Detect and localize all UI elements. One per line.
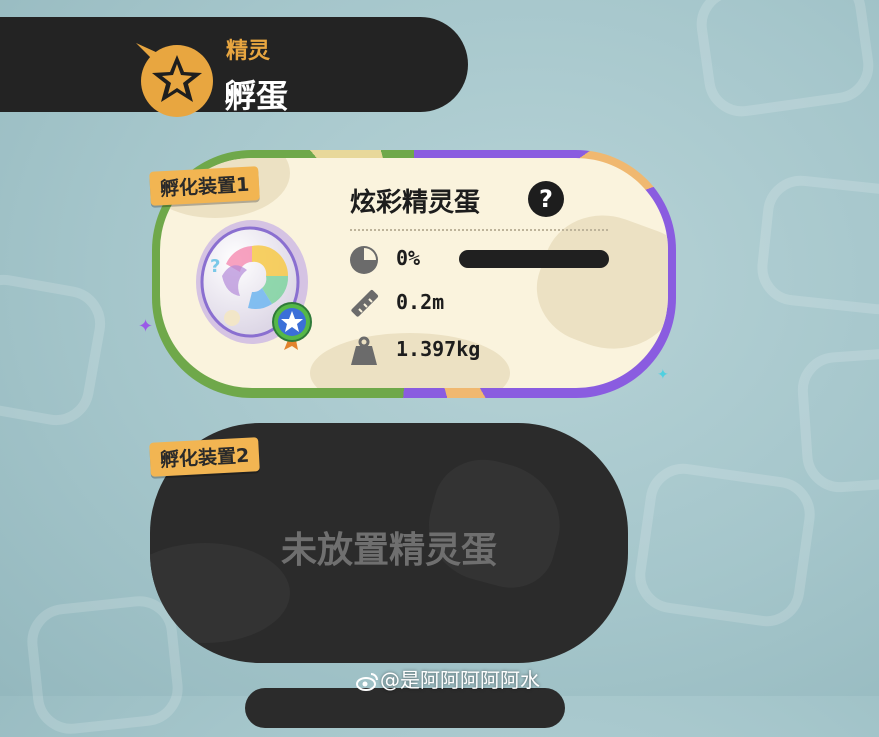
sparkle-icon: ✦ — [138, 316, 154, 337]
egg-height-text: 0.2m — [396, 290, 445, 314]
background-decoration — [795, 345, 879, 495]
watermark-text: @是阿阿阿阿阿水 — [380, 668, 540, 692]
divider — [350, 229, 608, 231]
incubator-3-card[interactable] — [245, 688, 565, 728]
watermark: @是阿阿阿阿阿水 — [356, 664, 540, 693]
ruler-icon — [351, 289, 379, 317]
background-decoration — [691, 0, 879, 122]
background-decoration — [0, 268, 112, 432]
svg-text:?: ? — [210, 256, 220, 277]
page-title: 孵蛋 — [224, 77, 289, 115]
background-decoration — [630, 458, 820, 632]
page-header: 精灵 孵蛋 — [0, 17, 468, 117]
hatch-progress-bar — [459, 250, 609, 268]
egg-name: 炫彩精灵蛋 — [350, 188, 481, 218]
egg-weight-text: 1.397kg — [396, 337, 481, 361]
star-speech-bubble-icon — [136, 43, 213, 117]
weight-icon — [351, 336, 377, 365]
incubator-1-tag: 孵化装置1 — [149, 166, 261, 206]
rainbow-egg-image[interactable]: ? — [192, 218, 322, 350]
weibo-icon — [356, 673, 378, 691]
sparkle-icon: ✦ — [657, 367, 669, 383]
incubator-2-tag: 孵化装置2 — [149, 437, 261, 477]
card-pattern — [521, 197, 668, 369]
background-decoration — [753, 171, 879, 319]
pie-progress-icon — [350, 246, 378, 274]
empty-slot-text: 未放置精灵蛋 — [280, 530, 497, 571]
hatch-progress-text: 0% — [396, 246, 421, 270]
header-category: 精灵 — [226, 39, 271, 64]
help-icon[interactable]: ? — [528, 181, 564, 217]
